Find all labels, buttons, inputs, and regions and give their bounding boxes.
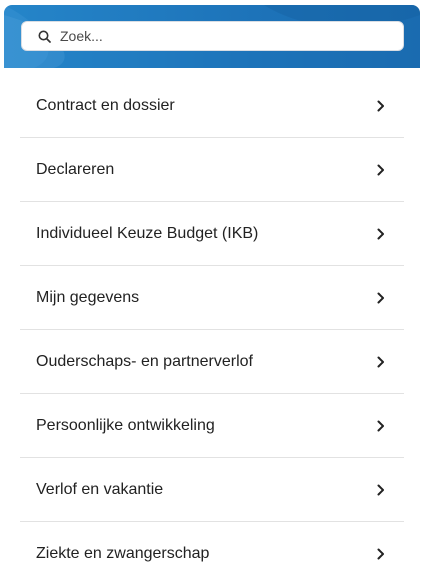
panel-header [4, 5, 420, 68]
search-box[interactable] [21, 21, 404, 51]
chevron-right-icon [376, 420, 386, 432]
menu-panel: Contract en dossier Declareren Individue… [4, 5, 420, 576]
menu-item-mijn-gegevens[interactable]: Mijn gegevens [20, 266, 404, 330]
menu-item-label: Declareren [36, 160, 115, 178]
menu-item-label: Verlof en vakantie [36, 480, 164, 498]
chevron-right-icon [376, 228, 386, 240]
menu-item-ikb[interactable]: Individueel Keuze Budget (IKB) [20, 202, 404, 266]
search-input[interactable] [60, 28, 360, 44]
search-icon [37, 29, 51, 43]
menu-item-persoonlijke-ontwikkeling[interactable]: Persoonlijke ontwikkeling [20, 394, 404, 458]
menu-item-verlof-en-vakantie[interactable]: Verlof en vakantie [20, 458, 404, 522]
menu-item-label: Individueel Keuze Budget (IKB) [36, 224, 259, 242]
menu-item-label: Persoonlijke ontwikkeling [36, 416, 215, 434]
menu-item-ziekte-en-zwangerschap[interactable]: Ziekte en zwangerschap [20, 522, 404, 576]
chevron-right-icon [376, 548, 386, 560]
menu-item-label: Ziekte en zwangerschap [36, 545, 210, 562]
chevron-right-icon [376, 292, 386, 304]
menu-item-label: Contract en dossier [36, 96, 175, 114]
chevron-right-icon [376, 356, 386, 368]
menu-item-ouderschapsverlof[interactable]: Ouderschaps- en partnerverlof [20, 330, 404, 394]
menu-item-declareren[interactable]: Declareren [20, 138, 404, 202]
menu-item-label: Mijn gegevens [36, 288, 140, 306]
menu-item-contract-en-dossier[interactable]: Contract en dossier [20, 74, 404, 138]
chevron-right-icon [376, 484, 386, 496]
menu-item-label: Ouderschaps- en partnerverlof [36, 352, 253, 370]
chevron-right-icon [376, 164, 386, 176]
menu-list: Contract en dossier Declareren Individue… [20, 74, 404, 576]
chevron-right-icon [376, 100, 386, 112]
